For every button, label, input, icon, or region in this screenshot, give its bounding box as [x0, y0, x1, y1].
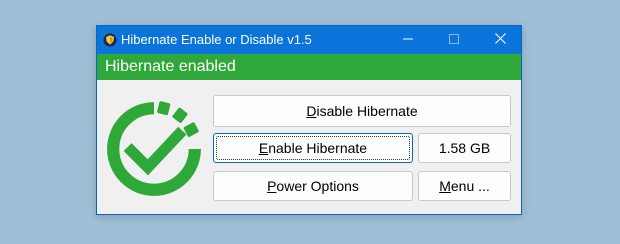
- menu-button[interactable]: Menu ...: [418, 171, 511, 201]
- close-icon: [494, 31, 506, 49]
- power-options-mnemonic: P: [267, 178, 277, 194]
- title-bar[interactable]: Hibernate Enable or Disable v1.5: [97, 26, 521, 54]
- app-window: Hibernate Enable or Disable v1.5 Hiberna…: [96, 25, 522, 215]
- maximize-icon: [449, 31, 459, 49]
- power-options-label: ower Options: [276, 178, 359, 194]
- window-title: Hibernate Enable or Disable v1.5: [121, 32, 312, 47]
- maximize-button[interactable]: [431, 26, 477, 54]
- enable-hibernate-mnemonic: E: [258, 140, 269, 156]
- status-banner: Hibernate enabled: [97, 54, 521, 80]
- disable-hibernate-mnemonic: D: [306, 103, 317, 119]
- hiberfile-size-display: 1.58 GB: [418, 133, 511, 163]
- minimize-icon: [403, 31, 413, 49]
- enable-hibernate-button[interactable]: Enable Hibernate: [213, 133, 413, 163]
- power-options-button[interactable]: Power Options: [213, 171, 413, 201]
- disable-hibernate-button[interactable]: Disable Hibernate: [213, 95, 511, 127]
- menu-mnemonic: M: [439, 178, 451, 194]
- hiberfile-size-value: 1.58 GB: [438, 140, 491, 156]
- shield-app-icon: [103, 33, 117, 47]
- status-text: Hibernate enabled: [105, 58, 236, 75]
- close-button[interactable]: [477, 26, 523, 54]
- minimize-button[interactable]: [385, 26, 431, 54]
- checkmark-circle-icon: [103, 98, 205, 200]
- enable-hibernate-label: nable Hibernate: [268, 140, 368, 156]
- menu-label: enu ...: [450, 178, 490, 194]
- disable-hibernate-label: isable Hibernate: [316, 103, 418, 119]
